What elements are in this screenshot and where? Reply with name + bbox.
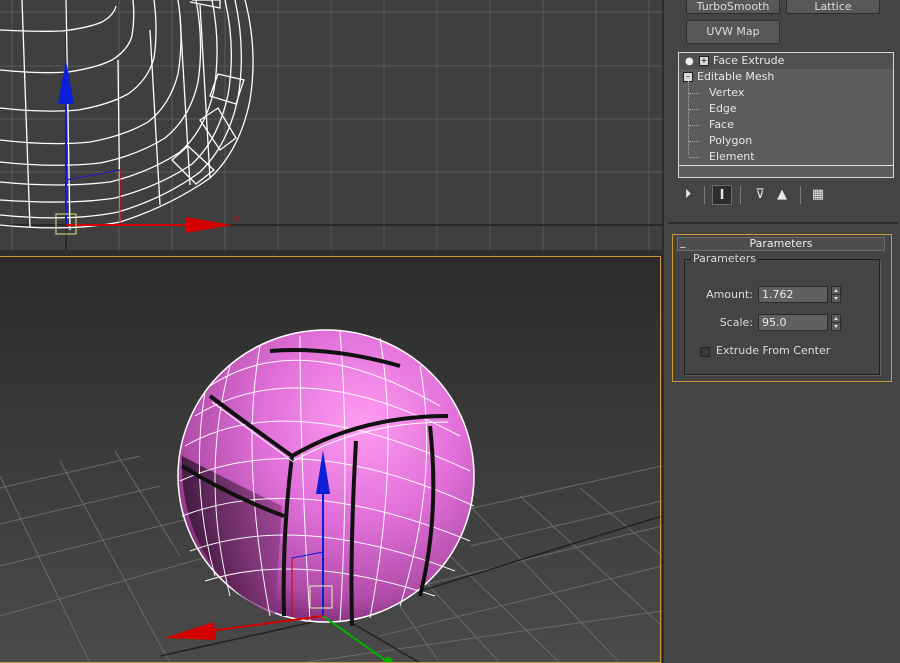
viewport-grid <box>0 0 662 250</box>
scale-spinner[interactable] <box>831 314 841 331</box>
amount-field[interactable]: 1.762 <box>758 286 828 303</box>
amount-spinner[interactable] <box>831 286 841 303</box>
stack-item-editable-mesh[interactable]: – Editable Mesh <box>683 69 774 85</box>
parameters-group: Parameters Amount: 1.762 Scale: 95.0 Ext… <box>684 252 880 375</box>
group-title: Parameters <box>691 252 758 265</box>
stack-toolbar: ⏵ I ⊽ ▲ ▦ <box>678 184 894 208</box>
lightbulb-icon[interactable]: ● <box>685 54 695 70</box>
pin-stack-icon[interactable]: ⏵ <box>678 185 698 205</box>
subobject-edge[interactable]: Edge <box>709 101 737 117</box>
front-viewport[interactable]: x <box>0 0 662 250</box>
perspective-viewport[interactable] <box>0 256 662 663</box>
stack-divider <box>679 165 893 166</box>
perspective-viewport-canvas <box>0 329 662 663</box>
subobject-vertex[interactable]: Vertex <box>709 85 744 101</box>
gizmo-z-arrow-icon[interactable] <box>58 60 74 104</box>
stack-item-label: Face Extrude <box>713 54 785 67</box>
panel-separator <box>668 222 898 224</box>
show-end-result-icon[interactable]: I <box>712 185 732 205</box>
rollout-title: Parameters <box>749 237 813 250</box>
parameters-rollout: _ Parameters Parameters Amount: 1.762 Sc… <box>672 234 892 382</box>
scale-label: Scale: <box>719 316 753 329</box>
uvw-map-button[interactable]: UVW Map <box>686 20 780 44</box>
lattice-button[interactable]: Lattice <box>786 0 880 14</box>
gizmo-y-axis[interactable] <box>322 615 386 661</box>
scale-field[interactable]: 95.0 <box>758 314 828 331</box>
stack-item-label: Editable Mesh <box>697 70 775 83</box>
svg-text:x: x <box>234 214 240 224</box>
subobject-element[interactable]: Element <box>709 149 755 165</box>
configure-modifier-sets-icon[interactable]: ▦ <box>808 185 828 205</box>
front-viewport-canvas: x <box>0 0 662 250</box>
collapse-icon[interactable]: _ <box>680 236 686 248</box>
modifier-stack[interactable]: ● + Face Extrude – Editable Mesh Vertex Edg… <box>678 52 894 178</box>
expand-plus-icon[interactable]: + <box>699 56 709 66</box>
remove-modifier-icon[interactable]: ▲ <box>772 185 792 205</box>
extrude-from-center-label: Extrude From Center <box>716 344 831 357</box>
stack-item-face-extrude[interactable]: ● + Face Extrude <box>679 53 893 69</box>
parameters-rollout-header[interactable]: _ Parameters <box>677 236 885 251</box>
turbosmooth-button[interactable]: TurboSmooth <box>686 0 780 14</box>
amount-label: Amount: <box>706 288 753 301</box>
make-unique-icon[interactable]: ⊽ <box>750 185 770 205</box>
volleyball-wireframe[interactable] <box>0 0 254 231</box>
gizmo-y-arrow-icon[interactable] <box>383 657 393 663</box>
gizmo-x-arrow-icon[interactable] <box>164 622 216 640</box>
extrude-from-center-checkbox[interactable] <box>700 347 710 357</box>
subobject-face[interactable]: Face <box>709 117 734 133</box>
command-panel: TurboSmooth Lattice UVW Map ● + Face Extru… <box>662 0 900 663</box>
subobject-polygon[interactable]: Polygon <box>709 133 752 149</box>
